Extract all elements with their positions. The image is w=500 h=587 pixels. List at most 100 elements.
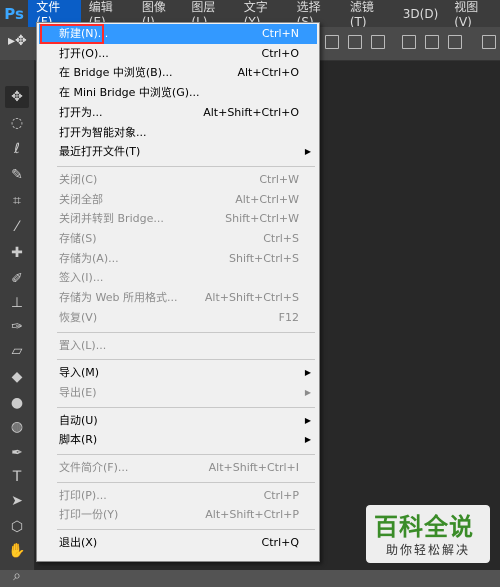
file-menu-item[interactable]: 打开为... Alt+Shift+Ctrl+O <box>39 103 317 123</box>
file-menu-item[interactable]: 打开(O)... Ctrl+O <box>39 44 317 64</box>
text-icon[interactable]: T <box>5 466 29 488</box>
menu-item-shortcut: Shift+Ctrl+S <box>229 251 299 265</box>
menu-item-shortcut: Ctrl+Q <box>261 536 299 550</box>
align-left-icon[interactable] <box>402 35 416 49</box>
menu-item-label: 关闭全部 <box>59 192 103 206</box>
menu-item-label: 置入(L)... <box>59 338 107 352</box>
marquee-icon[interactable]: ◌ <box>5 112 29 134</box>
menu-separator <box>57 406 315 408</box>
menu-item-label: 打印(P)... <box>59 488 107 502</box>
align-bottom-icon[interactable] <box>371 35 385 49</box>
stamp-icon[interactable]: ⊥ <box>5 292 29 314</box>
menu-7[interactable]: 3D(D) <box>395 0 446 27</box>
eyedropper-icon[interactable]: ⁄ <box>5 216 29 238</box>
align-hcenter-icon[interactable] <box>425 35 439 49</box>
menu-item-label: 存储(S) <box>59 232 97 245</box>
file-menu-item[interactable]: 在 Bridge 中浏览(B)... Alt+Ctrl+O <box>39 63 317 83</box>
menu-item-label: 关闭并转到 Bridge... <box>59 212 164 226</box>
file-menu-item[interactable]: 在 Mini Bridge 中浏览(G)... <box>39 83 317 103</box>
menu-item-shortcut: Ctrl+O <box>261 46 299 60</box>
menu-item-shortcut: Ctrl+P <box>263 488 299 502</box>
submenu-arrow-icon: ▶ <box>304 368 311 378</box>
file-menu-item[interactable]: 打开为智能对象... <box>39 123 317 143</box>
watermark-logo: 百科全说 助你轻松解决 <box>366 505 490 563</box>
menu-item-label: 退出(X) <box>59 536 98 550</box>
menu-item-label: 恢复(V) <box>59 310 98 324</box>
toolbox: ✥ ◌ ℓ ✎ ⌗ ⁄ ✚ ✐ ⊥ ✑ ▱ ◆ ● ◍ ✒ T ➤ ⬡ ✋ ⌕ <box>0 60 35 584</box>
menu-item-label: 打开为... <box>59 105 103 119</box>
menu-item-shortcut: F12 <box>278 310 299 324</box>
healing-icon[interactable]: ✚ <box>5 242 29 264</box>
crop-icon[interactable]: ⌗ <box>5 190 29 212</box>
move-tool-options-icon[interactable]: ▸✥ <box>8 33 27 49</box>
menu-item-shortcut: Alt+Shift+Ctrl+P <box>205 508 299 522</box>
align-right-icon[interactable] <box>448 35 462 49</box>
distribute-icon[interactable] <box>482 35 496 49</box>
submenu-arrow-icon: ▶ <box>304 387 311 397</box>
menu-item-shortcut: Alt+Ctrl+O <box>237 66 299 80</box>
shape-icon[interactable]: ⬡ <box>5 516 29 538</box>
file-menu-item: 置入(L)... <box>39 336 317 356</box>
menu-item-label: 关闭(C) <box>59 172 98 186</box>
file-menu-item[interactable]: 最近打开文件(T) ▶ <box>39 142 317 162</box>
menu-separator <box>57 165 315 167</box>
watermark-subtitle: 助你轻松解决 <box>386 543 471 557</box>
menu-item-label: 在 Bridge 中浏览(B)... <box>59 66 173 80</box>
menu-item-shortcut: Alt+Shift+Ctrl+S <box>204 291 299 305</box>
hand-icon[interactable]: ✋ <box>5 540 29 562</box>
eraser-icon[interactable]: ▱ <box>5 340 29 362</box>
file-menu-item[interactable]: 脚本(R) ▶ <box>39 430 317 450</box>
brush-icon[interactable]: ✐ <box>5 268 29 290</box>
align-top-icon[interactable] <box>325 35 339 49</box>
paint-bucket-icon[interactable]: ◆ <box>5 366 29 388</box>
history-brush-icon[interactable]: ✑ <box>5 316 29 338</box>
file-menu-item[interactable]: 自动(U) ▶ <box>39 411 317 431</box>
menu-separator <box>57 529 315 531</box>
file-menu-item: 恢复(V) F12 <box>39 308 317 328</box>
file-menu-item[interactable]: 导入(M) ▶ <box>39 363 317 383</box>
file-menu-item: 签入(I)... <box>39 268 317 288</box>
file-menu-item: 存储(S) Ctrl+S <box>39 229 317 249</box>
menu-6[interactable]: 滤镜(T) <box>342 0 395 29</box>
file-menu-item[interactable]: 新建(N)... Ctrl+N <box>39 24 317 44</box>
file-menu-item: 存储为 Web 所用格式... Alt+Shift+Ctrl+S <box>39 288 317 308</box>
menu-item-shortcut: Alt+Ctrl+W <box>235 192 299 206</box>
file-menu-item: 关闭全部 Alt+Ctrl+W <box>39 190 317 210</box>
submenu-arrow-icon: ▶ <box>304 147 311 157</box>
blur-icon[interactable]: ● <box>5 392 29 414</box>
menu-separator <box>57 359 315 361</box>
menu-item-label: 新建(N)... <box>59 27 109 40</box>
file-menu-dropdown: 新建(N)... Ctrl+N 打开(O)... Ctrl+O 在 Bridge 中浏览… <box>36 22 320 562</box>
menu-8[interactable]: 视图(V) <box>446 0 500 29</box>
file-menu-item: 打印(P)... Ctrl+P <box>39 486 317 506</box>
align-vcenter-icon[interactable] <box>348 35 362 49</box>
file-menu-item: 存储为(A)... Shift+Ctrl+S <box>39 249 317 269</box>
file-menu-item: 关闭(C) Ctrl+W <box>39 170 317 190</box>
zoom-icon[interactable]: ⌕ <box>5 565 29 587</box>
lasso-icon[interactable]: ℓ <box>5 138 29 160</box>
menu-item-label: 存储为 Web 所用格式... <box>59 291 178 305</box>
file-menu-item: 导出(E) ▶ <box>39 383 317 403</box>
quick-select-icon[interactable]: ✎ <box>5 164 29 186</box>
menu-item-label: 文件简介(F)... <box>59 461 129 474</box>
menu-item-label: 签入(I)... <box>59 271 104 285</box>
file-menu-item[interactable]: 退出(X) Ctrl+Q <box>39 533 317 553</box>
file-menu-item: 打印一份(Y) Alt+Shift+Ctrl+P <box>39 505 317 525</box>
menu-separator <box>57 481 315 483</box>
menu-item-shortcut: Alt+Shift+Ctrl+O <box>203 105 299 119</box>
menu-item-shortcut: Shift+Ctrl+W <box>225 212 299 226</box>
menu-item-label: 最近打开文件(T) <box>59 145 141 159</box>
menu-item-shortcut: Alt+Shift+Ctrl+I <box>208 461 299 474</box>
menu-item-label: 存储为(A)... <box>59 251 119 265</box>
menu-item-label: 打印一份(Y) <box>59 508 119 522</box>
dodge-icon[interactable]: ◍ <box>5 416 29 438</box>
menu-item-label: 导出(E) <box>59 385 97 399</box>
menu-item-shortcut: Ctrl+N <box>261 27 299 40</box>
menu-item-shortcut: Ctrl+W <box>259 172 299 186</box>
menu-item-label: 打开为智能对象... <box>59 125 147 139</box>
menu-item-label: 在 Mini Bridge 中浏览(G)... <box>59 86 200 100</box>
move-icon[interactable]: ✥ <box>5 86 29 108</box>
path-select-icon[interactable]: ➤ <box>5 490 29 512</box>
menu-item-shortcut: Ctrl+S <box>263 232 299 245</box>
pen-icon[interactable]: ✒ <box>5 442 29 464</box>
